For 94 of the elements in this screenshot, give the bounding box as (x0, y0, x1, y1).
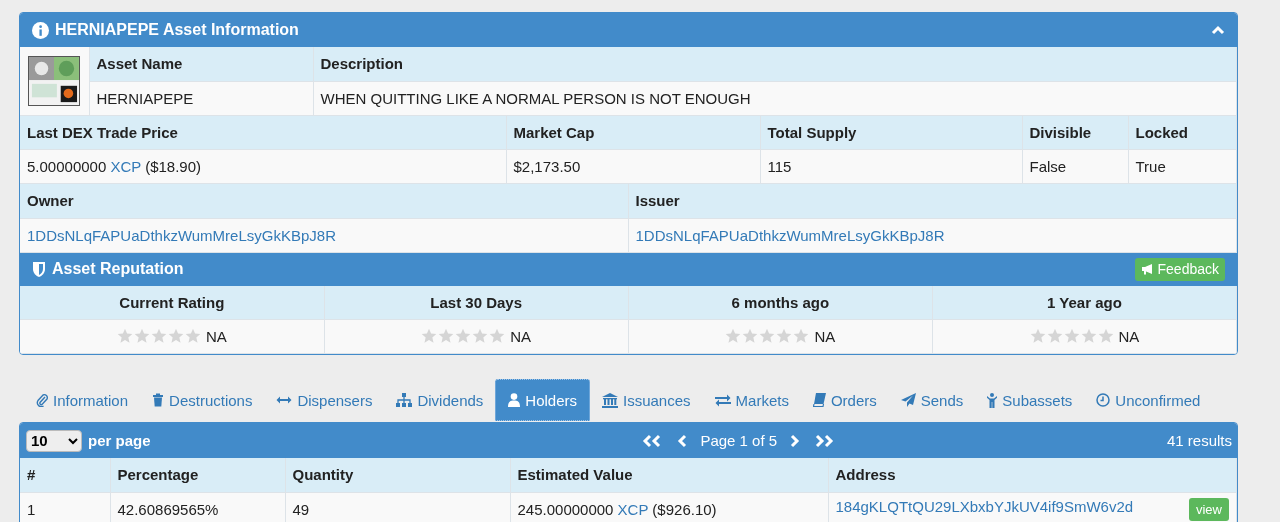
column-header: Locked (1128, 115, 1237, 150)
exchange-icon (714, 393, 731, 407)
rating-value: NA (510, 328, 532, 345)
last-page-icon[interactable] (815, 433, 836, 448)
star-icon (133, 328, 150, 344)
table-cell: 49 (285, 492, 510, 522)
column-header: Estimated Value (510, 458, 828, 492)
star-icon (455, 328, 472, 344)
column-header: Last 30 Days (324, 285, 629, 320)
table-cell: 245.00000000 XCP ($926.10) (510, 492, 828, 522)
tab[interactable]: Orders (800, 379, 889, 421)
megaphone-icon (1140, 263, 1154, 275)
table-cell: 1 (20, 492, 110, 522)
previous-page-icon[interactable] (677, 433, 688, 448)
star-icon (421, 328, 438, 344)
column-header: Owner (20, 184, 628, 218)
panel-title: HERNIAPEPE Asset Information (55, 21, 300, 39)
page-indicator: Page 1 of 5 (700, 432, 778, 449)
column-header: Quantity (285, 458, 510, 492)
feedback-button[interactable]: Feedback (1134, 257, 1225, 281)
view-button[interactable]: view (1189, 497, 1229, 521)
book-icon (812, 393, 826, 407)
column-header: 6 months ago (628, 285, 933, 320)
star-icon (725, 328, 742, 344)
column-header: Divisible (1022, 115, 1128, 150)
section-title: Asset Reputation (52, 260, 185, 278)
column-header: Market Cap (506, 115, 760, 150)
arrows-icon (276, 395, 293, 405)
tab[interactable]: Dividends (384, 379, 496, 421)
star-icon (1063, 328, 1080, 344)
column-header: Percentage (110, 458, 285, 492)
star-icon (184, 328, 201, 344)
child-icon (987, 392, 998, 408)
rating-value: NA (205, 328, 227, 345)
tab[interactable]: Holders (495, 379, 590, 421)
star-icon (438, 328, 455, 344)
table-cell: True (1128, 149, 1237, 184)
table-cell: HERNIAPEPE (89, 81, 313, 115)
column-header: Issuer (628, 184, 1237, 218)
column-header: Description (313, 47, 1237, 81)
star-icon (793, 328, 810, 344)
star-icon (167, 328, 184, 344)
star-icon (150, 328, 167, 344)
tab[interactable]: Destructions (140, 379, 265, 421)
next-page-icon[interactable] (790, 433, 801, 448)
collapse-icon[interactable] (1211, 25, 1225, 35)
star-icon (489, 328, 506, 344)
bank-icon (602, 392, 618, 408)
star-icon (742, 328, 759, 344)
column-header: # (20, 458, 110, 492)
results-count: 41 results (1166, 432, 1232, 449)
column-header: Address (828, 458, 1237, 492)
star-icon (759, 328, 776, 344)
shield-icon (32, 260, 46, 278)
rating-value: NA (1118, 328, 1140, 345)
tab[interactable]: Sends (888, 379, 976, 421)
first-page-icon[interactable] (642, 433, 663, 448)
star-icon (1046, 328, 1063, 344)
tab[interactable]: Subassets (975, 379, 1085, 421)
clock-icon (1096, 393, 1111, 407)
sitemap-icon (396, 393, 413, 407)
tab[interactable]: Unconfirmed (1084, 379, 1213, 421)
asset-link[interactable]: XCP (617, 500, 649, 518)
column-header: Last DEX Trade Price (20, 115, 506, 150)
star-icon (116, 328, 133, 344)
tab[interactable]: Issuances (590, 379, 703, 421)
table-cell: 5.00000000 XCP ($18.90) (20, 149, 506, 184)
table-cell: WHEN QUITTING LIKE A NORMAL PERSON IS NOT ENOUGH (313, 81, 1237, 115)
asset-link[interactable]: XCP (110, 158, 141, 175)
trash-icon (152, 393, 165, 407)
column-header: Asset Name (89, 47, 313, 81)
tab[interactable]: Dispensers (264, 379, 385, 421)
column-header: 1 Year ago (932, 285, 1237, 320)
info-icon (32, 21, 49, 39)
tab[interactable]: Information (24, 379, 141, 421)
address-link[interactable]: 184gKLQTtQU29LXbxbYJkUV4if9SmW6v2d (835, 497, 1134, 515)
per-page-label: per page (88, 432, 151, 449)
user-icon (508, 393, 521, 407)
rating-value: NA (814, 328, 836, 345)
column-header: Total Supply (760, 115, 1022, 150)
paper-plane-icon (900, 393, 916, 407)
star-icon (1080, 328, 1097, 344)
star-icon (472, 328, 489, 344)
per-page-select[interactable]: 10 (26, 429, 82, 452)
star-icon (776, 328, 793, 344)
table-cell: $2,173.50 (506, 149, 760, 184)
table-cell: 42.60869565% (110, 492, 285, 522)
star-icon (1097, 328, 1114, 344)
column-header: Current Rating (20, 285, 325, 320)
star-icon (1029, 328, 1046, 344)
tab[interactable]: Markets (702, 379, 801, 421)
table-cell: False (1022, 149, 1128, 184)
table-cell: 115 (760, 149, 1022, 184)
paperclip-icon (36, 393, 48, 407)
